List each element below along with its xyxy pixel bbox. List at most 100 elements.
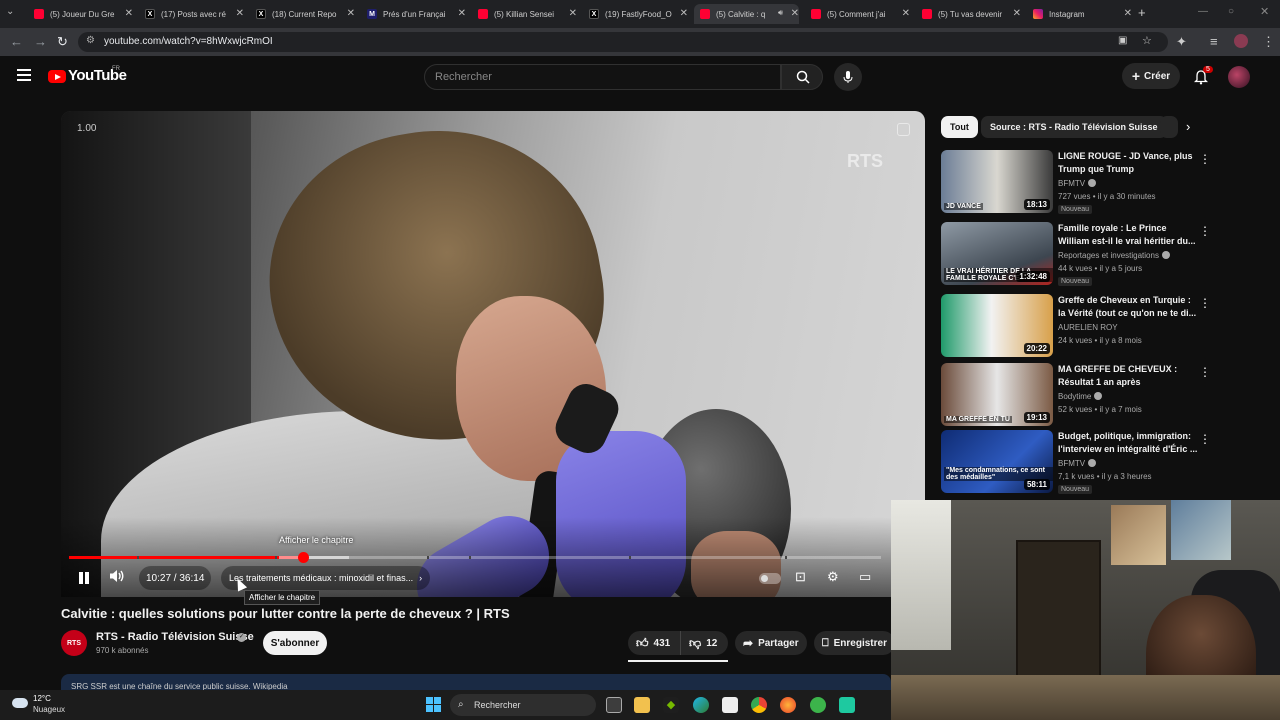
more-options-icon[interactable]: ⋮ (1199, 432, 1211, 446)
search-input[interactable]: Rechercher (424, 64, 781, 90)
recommended-video[interactable]: "Mes condamnations, ce sont des médaille… (941, 430, 1211, 496)
restore-button[interactable]: ○ (1228, 6, 1234, 17)
channel-name[interactable]: RTS - Radio Télévision Suisse (96, 631, 254, 643)
video-thumbnail[interactable]: 20:22 (941, 294, 1053, 357)
recommended-channel[interactable]: BFMTV (1058, 179, 1097, 188)
recommended-video-title[interactable]: LIGNE ROUGE - JD Vance, plus Trump que T… (1058, 150, 1200, 176)
progress-scrubber[interactable] (297, 552, 309, 563)
extensions-icon[interactable]: ✦ (1176, 34, 1187, 50)
browser-tab[interactable]: X (18) Current Repo ✕ (250, 4, 355, 24)
video-thumbnail[interactable]: JD VANCE 18:13 (941, 150, 1053, 213)
edge-icon[interactable] (693, 697, 709, 713)
recommended-video-title[interactable]: Budget, politique, immigration: l'interv… (1058, 430, 1200, 456)
channel-avatar[interactable]: RTS (61, 630, 87, 656)
chapter-button[interactable]: Les traitements médicaux : minoxidil et … (221, 566, 431, 590)
chip-all[interactable]: Tout (941, 116, 978, 138)
close-tab-icon[interactable]: ✕ (1124, 8, 1132, 19)
recommended-video[interactable]: LE VRAI HÉRITIER DE LA FAMILLE ROYALE C'… (941, 222, 1211, 288)
recommended-video[interactable]: 20:22 Greffe de Cheveux en Turquie : la V… (941, 294, 1211, 360)
chevron-right-icon[interactable]: › (1186, 119, 1190, 134)
close-tab-icon[interactable]: ✕ (1013, 8, 1021, 19)
video-thumbnail[interactable]: MA GREFFE EN TU 19:13 (941, 363, 1053, 426)
store-icon[interactable] (722, 697, 738, 713)
browser-tab[interactable]: (5) Tu vas devenir ✕ (916, 4, 1021, 24)
close-tab-icon[interactable]: ✕ (680, 8, 688, 19)
browser-tab[interactable]: X (19) FastlyFood_O ✕ (583, 4, 688, 24)
voice-search-button[interactable] (834, 63, 862, 91)
back-icon[interactable]: ← (10, 34, 23, 49)
more-options-icon[interactable]: ⋮ (1199, 296, 1211, 310)
browser-tab[interactable]: M Prés d'un Françai ✕ (361, 4, 466, 24)
install-app-icon[interactable]: ▣ (1118, 35, 1127, 46)
recommended-channel[interactable]: AURELIEN ROY (1058, 323, 1118, 332)
bookmark-star-icon[interactable]: ☆ (1142, 34, 1152, 47)
recommended-video-title[interactable]: Greffe de Cheveux en Turquie : la Vérité… (1058, 294, 1200, 320)
close-tab-icon[interactable]: ✕ (902, 8, 910, 19)
firefox-icon[interactable] (780, 697, 796, 713)
windows-start-icon[interactable] (426, 697, 441, 712)
chip-source[interactable]: Source : RTS - Radio Télévision Suisse (981, 116, 1167, 138)
save-button[interactable]: ⎕ Enregistrer (814, 631, 895, 655)
browser-tab[interactable]: (5) Comment j'ai ✕ (805, 4, 910, 24)
video-thumbnail[interactable]: "Mes condamnations, ce sont des médaille… (941, 430, 1053, 493)
task-view-icon[interactable] (606, 697, 622, 713)
recommended-video[interactable]: MA GREFFE EN TU 19:13 MA GREFFE DE CHEVEUX… (941, 363, 1211, 429)
weather-description[interactable]: Nuageux (33, 705, 65, 714)
nvidia-icon[interactable]: ◆ (663, 697, 679, 713)
settings-gear-icon[interactable]: ⚙ (827, 569, 839, 585)
recommended-channel[interactable]: Bodytime (1058, 392, 1103, 401)
chip-overflow[interactable] (1160, 116, 1178, 138)
subtitles-icon[interactable]: ⊡ (795, 569, 806, 585)
speaker-icon[interactable]: 🔊︎ (778, 8, 783, 18)
file-explorer-icon[interactable] (634, 697, 650, 713)
new-tab-button[interactable]: + (1138, 5, 1146, 20)
close-tab-icon[interactable]: ✕ (569, 8, 577, 19)
create-button[interactable]: + Créer (1122, 63, 1180, 89)
browser-tab[interactable]: (5) Joueur Du Gre ✕ (28, 4, 133, 24)
recommended-video-title[interactable]: MA GREFFE DE CHEVEUX : Résultat 1 an apr… (1058, 363, 1200, 389)
pause-icon[interactable] (77, 571, 91, 585)
close-window-button[interactable]: ✕ (1260, 5, 1269, 18)
chrome-icon[interactable] (751, 697, 767, 713)
recommended-channel[interactable]: Reportages et investigations (1058, 251, 1170, 260)
more-options-icon[interactable]: ⋮ (1199, 152, 1211, 166)
weather-temperature[interactable]: 12°C (33, 694, 51, 703)
site-info-icon[interactable]: ⚙ (86, 35, 95, 46)
video-thumbnail[interactable]: LE VRAI HÉRITIER DE LA FAMILLE ROYALE C'… (941, 222, 1053, 285)
recommended-channel[interactable]: BFMTV (1058, 459, 1097, 468)
forward-icon[interactable]: → (34, 34, 47, 49)
more-options-icon[interactable]: ⋮ (1199, 224, 1211, 238)
progress-bar[interactable] (69, 552, 881, 563)
video-player[interactable]: 1.00 RTS Afficher le chapitre 10:27 / 36… (61, 111, 925, 597)
like-button[interactable]: 👍︎ 431 (628, 631, 680, 655)
dislike-button[interactable]: 👎︎ 12 (680, 631, 728, 655)
autoplay-toggle[interactable] (759, 573, 781, 584)
reload-icon[interactable]: ↻ (57, 34, 68, 50)
close-tab-icon[interactable]: ✕ (791, 8, 799, 19)
info-icon[interactable] (897, 123, 910, 136)
menu-icon[interactable] (17, 69, 31, 81)
theater-mode-icon[interactable]: ▭ (859, 569, 871, 585)
youtube-logo-icon[interactable] (48, 70, 66, 83)
browser-tab[interactable]: (5) Calvitie : q 🔊︎ ✕ (694, 4, 799, 24)
browser-tab[interactable]: X (17) Posts avec ré ✕ (139, 4, 244, 24)
close-tab-icon[interactable]: ✕ (347, 8, 355, 19)
search-button[interactable] (781, 64, 823, 90)
url-field[interactable]: ⚙ youtube.com/watch?v=8hWxwjcRmOI ▣ ☆ (78, 32, 1168, 52)
app-teal-icon[interactable] (839, 697, 855, 713)
subscribe-button[interactable]: S'abonner (263, 631, 327, 655)
account-avatar[interactable] (1228, 66, 1250, 88)
recommended-video-title[interactable]: Famille royale : Le Prince William est-i… (1058, 222, 1200, 248)
close-tab-icon[interactable]: ✕ (458, 8, 466, 19)
close-tab-icon[interactable]: ✕ (236, 8, 244, 19)
more-options-icon[interactable]: ⋮ (1199, 365, 1211, 379)
volume-icon[interactable] (109, 569, 125, 583)
taskbar-search[interactable]: Rechercher (450, 694, 596, 716)
browser-tab[interactable]: (5) Killian Sensei ✕ (472, 4, 577, 24)
cloud-icon[interactable] (12, 698, 28, 708)
browser-menu-icon[interactable]: ⋮ (1262, 34, 1275, 50)
tab-search-button[interactable]: ⌄ (6, 6, 14, 17)
share-button[interactable]: ➦ Partager (735, 631, 807, 655)
recommended-video[interactable]: JD VANCE 18:13 LIGNE ROUGE - JD Vance, plu… (941, 150, 1211, 216)
close-tab-icon[interactable]: ✕ (125, 8, 133, 19)
